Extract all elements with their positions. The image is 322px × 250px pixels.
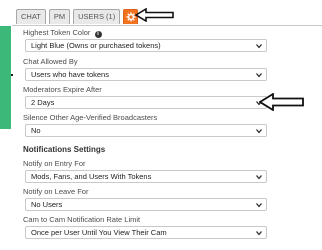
info-icon[interactable]: i	[94, 31, 102, 38]
notify-leave-select[interactable]: No Users	[25, 198, 267, 211]
chat-allowed-by-select[interactable]: Users who have tokens	[25, 68, 267, 81]
cam-rate-label: Cam to Cam Notification Rate Limit	[23, 215, 141, 224]
moderators-expire-value: 2 Days	[31, 98, 55, 107]
left-panel-dot	[11, 74, 13, 76]
silence-broadcasters-value: No	[31, 126, 41, 135]
annotation-arrow-moderators	[259, 93, 304, 111]
notify-entry-select[interactable]: Mods, Fans, and Users With Tokens	[25, 170, 267, 183]
highest-token-color-select[interactable]: Light Blue (Owns or purchased tokens)	[25, 39, 267, 52]
chat-allowed-by-value: Users who have tokens	[31, 70, 109, 79]
chevron-down-icon	[256, 44, 262, 49]
notify-leave-label: Notify on Leave For	[23, 187, 89, 196]
tab-bar-divider	[12, 25, 322, 26]
cam-rate-select[interactable]: Once per User Until You View Their Cam	[25, 226, 267, 239]
tab-bar: CHAT PM USERS (1)	[16, 9, 141, 25]
silence-broadcasters-label: Silence Other Age-Verified Broadcasters	[23, 113, 158, 122]
tab-pm[interactable]: PM	[48, 9, 71, 24]
silence-broadcasters-select[interactable]: No	[25, 124, 267, 137]
highest-token-color-value: Light Blue (Owns or purchased tokens)	[31, 41, 161, 50]
notifications-section-title: Notifications Settings	[23, 145, 106, 154]
chevron-down-icon	[256, 203, 262, 208]
left-panel-green-strip	[0, 26, 11, 129]
cam-rate-value: Once per User Until You View Their Cam	[31, 228, 167, 237]
moderators-expire-select[interactable]: 2 Days	[25, 96, 267, 109]
chevron-down-icon	[256, 129, 262, 134]
chevron-down-icon	[256, 231, 262, 236]
annotation-arrow-tab	[135, 8, 174, 22]
tab-users[interactable]: USERS (1)	[73, 9, 121, 24]
notify-entry-label: Notify on Entry For	[23, 159, 86, 168]
chevron-down-icon	[256, 73, 262, 78]
tab-chat[interactable]: CHAT	[16, 9, 46, 24]
moderators-expire-label: Moderators Expire After	[23, 85, 102, 94]
chat-allowed-by-label: Chat Allowed By	[23, 57, 78, 66]
chevron-down-icon	[256, 175, 262, 180]
notify-entry-value: Mods, Fans, and Users With Tokens	[31, 172, 152, 181]
notify-leave-value: No Users	[31, 200, 63, 209]
highest-token-color-label: Highest Token Color i	[23, 28, 102, 38]
